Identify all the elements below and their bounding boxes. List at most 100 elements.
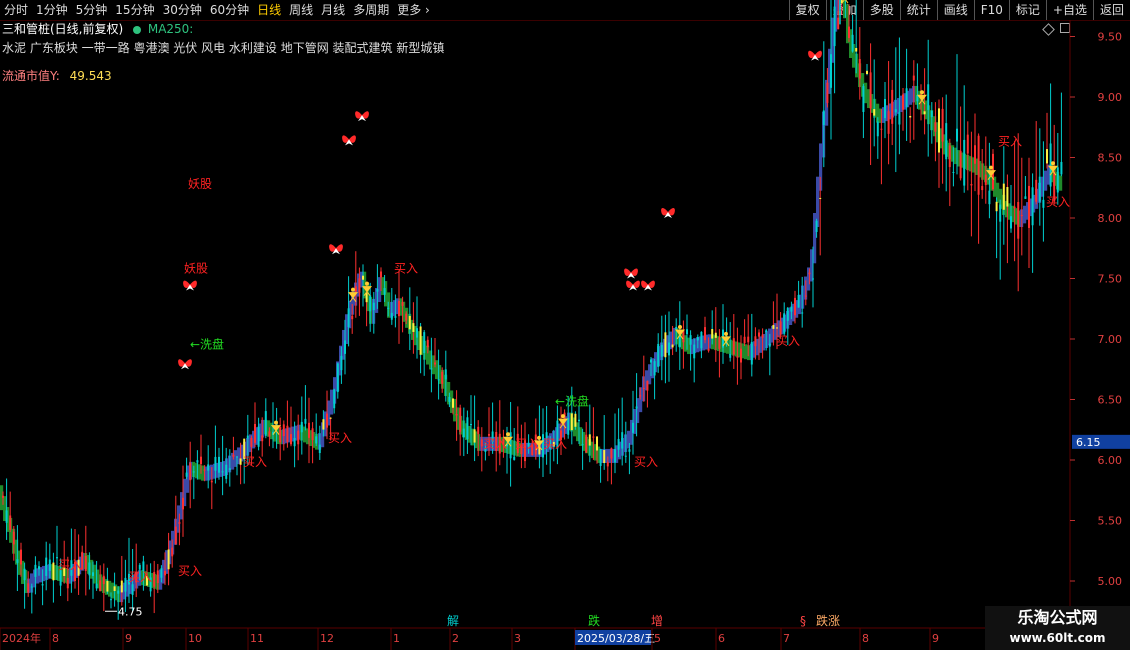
y-tick-label: 7.50	[1098, 273, 1123, 286]
candle-body	[340, 355, 343, 371]
candle-body	[981, 186, 984, 191]
y-tick-label: 5.50	[1098, 515, 1123, 528]
candle-body	[621, 432, 624, 449]
chart-annotation: 买入	[243, 455, 267, 469]
candle-body	[765, 330, 768, 332]
candle-body	[610, 448, 613, 459]
candle-body	[282, 424, 285, 437]
figure-head	[274, 420, 278, 425]
candle-body	[930, 110, 933, 118]
candle-body	[761, 334, 764, 338]
figure-head	[365, 281, 369, 286]
candle-body	[934, 122, 937, 132]
watermark: 乐淘公式网 www.60lt.com	[985, 606, 1130, 650]
candle-body	[768, 343, 771, 347]
ribbon-segment	[1044, 170, 1048, 191]
candle-body	[347, 308, 350, 328]
chart-annotation: 妖股	[184, 261, 208, 275]
ribbon-segment	[864, 82, 868, 104]
candle-body	[880, 128, 883, 130]
candle-body	[257, 426, 260, 447]
x-tick-label: 11	[250, 632, 264, 645]
candle-body	[779, 321, 782, 335]
candle-body	[668, 342, 670, 356]
candle-body	[174, 526, 177, 545]
candle-body	[732, 338, 735, 355]
candle-body	[794, 297, 796, 316]
candle-body	[1013, 206, 1016, 209]
candle-body	[326, 413, 328, 428]
x-tick-label: 7	[783, 632, 790, 645]
chart-annotation: 买入	[128, 570, 152, 584]
kline-chart[interactable]: 14.0013.5013.0012.5012.0011.5011.0010.50…	[0, 0, 1130, 650]
candle-body	[790, 306, 793, 312]
candle-body	[488, 433, 490, 436]
candle-body	[959, 150, 962, 179]
ribbon-segment	[1023, 205, 1027, 224]
candle-body	[189, 463, 192, 481]
y-tick-label: 7.00	[1098, 333, 1123, 346]
candle-body	[106, 580, 109, 592]
candle-body	[653, 361, 656, 376]
candle-body	[27, 583, 30, 593]
candle-body	[210, 480, 213, 483]
candle-body	[567, 418, 570, 435]
candle-body	[606, 462, 609, 467]
candle-body	[138, 564, 141, 570]
candle-body	[704, 327, 706, 341]
candle-body	[740, 348, 742, 363]
butterfly-icon	[624, 268, 638, 279]
candle-body	[99, 580, 102, 592]
candle-body	[639, 395, 642, 397]
candle-body	[394, 315, 397, 318]
candle-body	[808, 272, 811, 275]
candle-body	[887, 111, 890, 134]
candle-body	[826, 82, 829, 103]
candle-body	[837, 17, 840, 30]
candle-body	[308, 422, 310, 438]
low-mark-label: 4.75	[118, 605, 143, 618]
candle-body	[923, 111, 926, 115]
chart-annotation: 买入	[394, 261, 418, 275]
candle-body	[988, 190, 991, 205]
candle-body	[783, 313, 786, 334]
butterfly-icon	[641, 280, 655, 291]
candle-body	[1038, 176, 1041, 202]
candle-body	[603, 450, 606, 464]
ribbon-segment	[1059, 175, 1063, 191]
candle-body	[1028, 185, 1030, 228]
candle-body	[95, 583, 98, 589]
candle-body	[729, 354, 732, 358]
candle-body	[59, 570, 62, 586]
candle-body	[642, 387, 645, 389]
candle-body	[351, 315, 354, 320]
candle-body	[45, 557, 48, 576]
candle-body	[635, 406, 638, 409]
chart-annotation: ←洗盘	[190, 337, 224, 352]
candle-body	[660, 344, 663, 357]
figure-head	[561, 414, 565, 419]
candle-body	[948, 145, 951, 168]
candle-body	[16, 559, 19, 563]
candle-body	[776, 327, 778, 329]
chart-annotation: 买入	[543, 437, 567, 451]
candle-body	[279, 426, 282, 443]
candle-body	[855, 48, 858, 52]
x-tick-label: 2	[452, 632, 459, 645]
candle-body	[819, 197, 822, 199]
candle-body	[966, 134, 969, 154]
candle-body	[88, 562, 91, 576]
candle-body	[977, 135, 980, 195]
candle-body	[171, 547, 174, 557]
candle-body	[315, 436, 318, 444]
candle-body	[812, 278, 814, 280]
candle-body	[66, 578, 69, 589]
candle-body	[387, 307, 390, 309]
candle-body	[1046, 149, 1048, 164]
candle-body	[329, 417, 332, 419]
candle-body	[711, 329, 714, 339]
candle-body	[113, 586, 116, 591]
candle-body	[884, 98, 886, 119]
candle-body	[156, 570, 159, 584]
x-tick-label: 8	[52, 632, 59, 645]
